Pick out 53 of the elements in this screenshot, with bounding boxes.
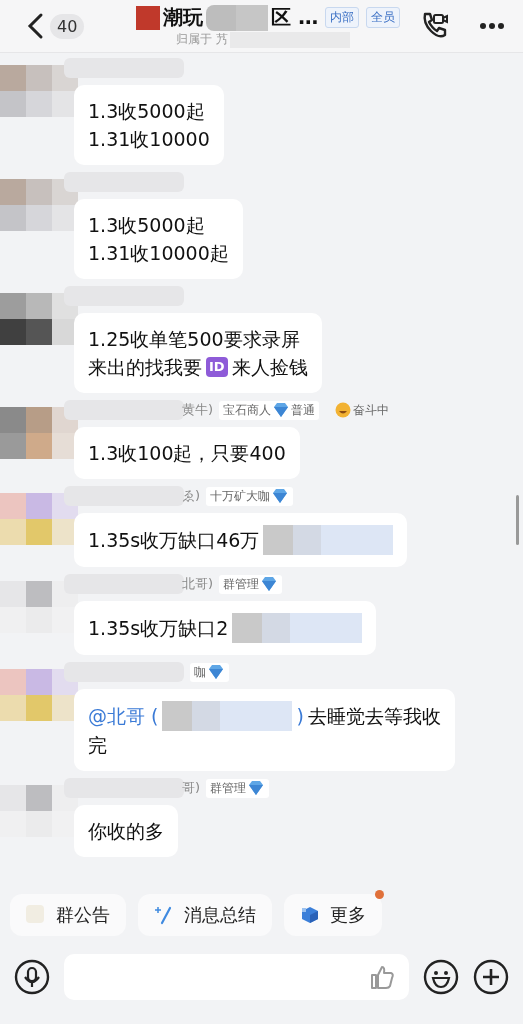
chat-title: 潮玩 [163,4,204,31]
message-text: 来出的找我要 [88,355,202,380]
quick-action-button[interactable]: 消息总结 [138,894,272,936]
mention-link[interactable]: @北哥 ( [88,702,159,730]
back-icon[interactable] [26,12,44,40]
diamond-icon [247,780,266,796]
message-text: 1.3收100起，只要400 [88,441,286,466]
smiley-icon [335,402,352,418]
group-icon [136,5,161,30]
message-text: 1.3收5000起 [88,99,205,124]
more-icon [300,905,320,925]
message-text: 1.35s收万缺口46万 [88,528,260,553]
microphone-icon[interactable] [14,959,50,995]
unread-count: 40 [50,13,85,39]
chat-subtitle: 归属于 艿 [176,31,229,48]
sender-name: 哥) [182,779,201,797]
chat-badge: 内部 [325,7,360,28]
tag-label: 宝石商人 [223,401,272,419]
sender-name: 北哥) [182,575,214,593]
diamond-icon [207,664,225,680]
status-text: 奋斗中 [353,401,390,419]
message-text: 1.35s收万缺口2 [88,616,229,641]
tag-label: 群管理 [223,575,260,593]
chat-title: 区 … [271,4,319,31]
chat-badge: 全员 [366,7,401,28]
summary-icon [154,905,174,925]
tag-label: 普通 [291,401,316,419]
id-emoji: ID [206,357,228,377]
message-text: 1.25收单笔500要求录屏 [88,327,300,352]
emoji-icon[interactable] [423,959,459,995]
scrollbar [516,495,519,545]
thumbs-up-icon[interactable] [369,964,395,990]
sender-name: 黄牛) [182,401,214,419]
more-icon[interactable] [479,22,505,30]
tag-label: 十万矿大咖 [210,487,271,505]
mention-link[interactable]: ) [296,702,304,730]
message-input[interactable] [64,954,409,1000]
quick-action-button[interactable]: 群公告 [10,894,126,936]
diamond-icon [260,576,279,592]
sender-name: ゑ) [182,487,201,505]
diamond-icon [272,402,291,418]
message-text: 完 [88,733,107,758]
message-text: 1.31收10000起 [88,241,229,266]
message-text: 去睡觉去等我收 [307,704,441,729]
diamond-icon [271,488,290,504]
tag-label: 咖 [194,663,206,681]
message-text: 来人捡钱 [231,355,308,380]
message-text: 1.31收10000 [88,127,210,152]
message-text: 你收的多 [88,819,164,844]
plus-icon[interactable] [473,959,509,995]
tag-label: 群管理 [210,779,247,797]
notice-icon [26,905,46,925]
message-text: 1.3收5000起 [88,213,205,238]
